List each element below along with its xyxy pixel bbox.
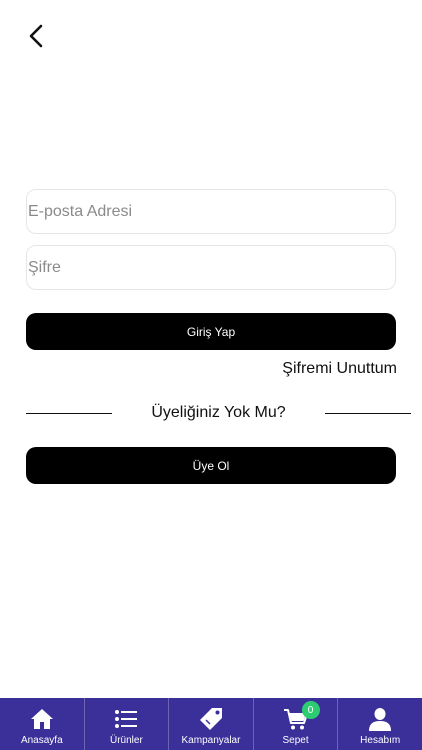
tab-home-label: Anasayfa xyxy=(20,735,63,746)
password-input[interactable] xyxy=(27,246,395,289)
tab-cart[interactable]: 0 Sepet xyxy=(254,698,339,750)
chevron-left-icon xyxy=(29,24,43,48)
bottom-tab-bar: Anasayfa Ürünler Kampanyalar 0 Sepet Hes… xyxy=(0,698,422,750)
forgot-password-link[interactable]: Şifremi Unuttum xyxy=(282,360,397,378)
tab-account-label: Hesabım xyxy=(360,735,401,746)
tab-campaigns-label: Kampanyalar xyxy=(181,735,241,746)
tab-campaigns[interactable]: Kampanyalar xyxy=(169,698,254,750)
tab-home[interactable]: Anasayfa xyxy=(0,698,85,750)
tab-cart-label: Sepet xyxy=(282,735,309,746)
divider-line-right xyxy=(325,412,411,414)
password-field[interactable] xyxy=(26,245,396,290)
login-button[interactable]: Giriş Yap xyxy=(26,313,396,350)
email-input[interactable] xyxy=(27,190,395,233)
home-icon xyxy=(29,706,55,732)
tag-icon xyxy=(198,706,224,732)
tab-account[interactable]: Hesabım xyxy=(338,698,422,750)
user-icon xyxy=(367,706,393,732)
no-account-divider: Üyeliğiniz Yok Mu? xyxy=(26,403,411,423)
signup-button[interactable]: Üye Ol xyxy=(26,447,396,484)
back-button[interactable] xyxy=(22,22,50,50)
tab-products-label: Ürünler xyxy=(109,735,143,746)
cart-count-badge: 0 xyxy=(301,701,320,719)
list-icon xyxy=(113,706,139,732)
divider-line-left xyxy=(26,412,112,414)
no-account-text: Üyeliğiniz Yok Mu? xyxy=(151,404,286,421)
email-field[interactable] xyxy=(26,189,396,234)
tab-products[interactable]: Ürünler xyxy=(85,698,170,750)
